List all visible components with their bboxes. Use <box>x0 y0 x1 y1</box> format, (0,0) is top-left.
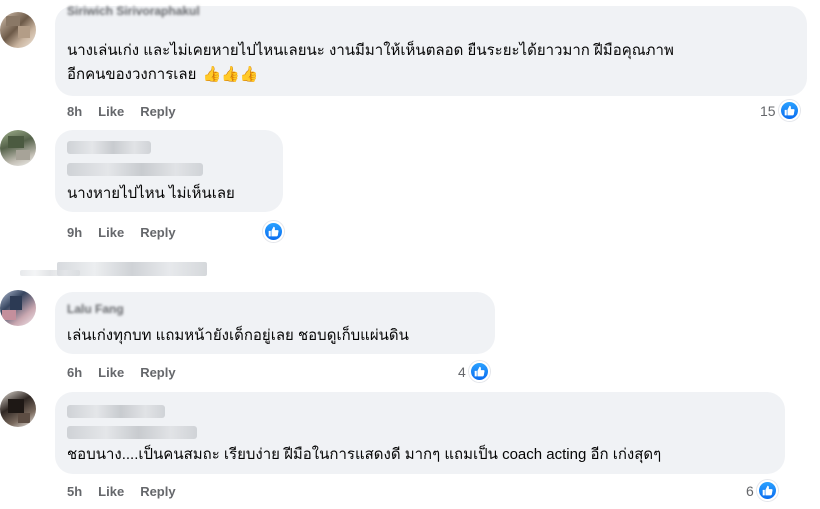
comment-text-line: ชอบนาง....เป็นคนสมถะ เรียบง่าย ฝีมือในกา… <box>67 446 662 463</box>
comment-time[interactable]: 9h <box>67 225 82 240</box>
reply-button[interactable]: Reply <box>140 365 175 380</box>
comment-actions: 6h Like Reply <box>67 365 176 380</box>
comment-text-line: นางเล่นเก่ง และไม่เคยหายไปไหนเลยนะ งานมี… <box>67 42 674 59</box>
like-button[interactable]: Like <box>98 104 124 119</box>
like-button[interactable]: Like <box>98 484 124 499</box>
comment-text-line: นางหายไปไหน ไม่เห็นเลย <box>67 185 235 202</box>
comment-text-line: เล่นเก่งทุกบท แถมหน้ายังเด็กอยู่เลย ชอบด… <box>67 327 409 344</box>
comment-author[interactable] <box>67 141 151 154</box>
comment-text: อีกคนของวงการเลย <box>67 66 197 83</box>
avatar[interactable] <box>0 290 36 326</box>
blurred-reply-row <box>20 270 80 276</box>
reaction-count: 4 <box>458 363 466 380</box>
like-button[interactable]: Like <box>98 365 124 380</box>
comment-text-line: อีกคนของวงการเลย 👍👍👍 <box>67 64 259 86</box>
reaction-count: 15 <box>760 102 776 119</box>
reaction-summary[interactable] <box>260 221 284 242</box>
avatar[interactable] <box>0 12 36 48</box>
like-thumbs-up-icon <box>263 221 284 242</box>
comment-time[interactable]: 8h <box>67 104 82 119</box>
avatar[interactable] <box>0 130 36 166</box>
thumbs-up-emoji: 👍👍👍 <box>202 66 259 83</box>
reaction-count: 6 <box>746 482 754 499</box>
comment-time[interactable]: 6h <box>67 365 82 380</box>
like-thumbs-up-icon <box>468 361 490 382</box>
comment-actions: 9h Like Reply <box>67 225 176 240</box>
avatar[interactable] <box>0 391 36 427</box>
reply-button[interactable]: Reply <box>140 104 175 119</box>
comment-author[interactable]: Siriwich Sirivoraphakul <box>67 4 200 18</box>
comment-author[interactable] <box>67 405 165 418</box>
reaction-summary[interactable]: 4 <box>458 361 490 382</box>
reply-button[interactable]: Reply <box>140 484 175 499</box>
comment-actions: 5h Like Reply <box>67 484 176 499</box>
comment-author[interactable]: Lalu Fang <box>67 302 124 316</box>
comment-author[interactable] <box>67 426 197 439</box>
like-thumbs-up-icon <box>778 100 800 121</box>
comment-author[interactable] <box>67 163 203 176</box>
reaction-summary[interactable]: 15 <box>760 100 800 121</box>
reply-button[interactable]: Reply <box>140 225 175 240</box>
reaction-summary[interactable]: 6 <box>746 480 778 501</box>
like-button[interactable]: Like <box>98 225 124 240</box>
like-thumbs-up-icon <box>756 480 778 501</box>
comment-time[interactable]: 5h <box>67 484 82 499</box>
comment-actions: 8h Like Reply <box>67 104 176 119</box>
